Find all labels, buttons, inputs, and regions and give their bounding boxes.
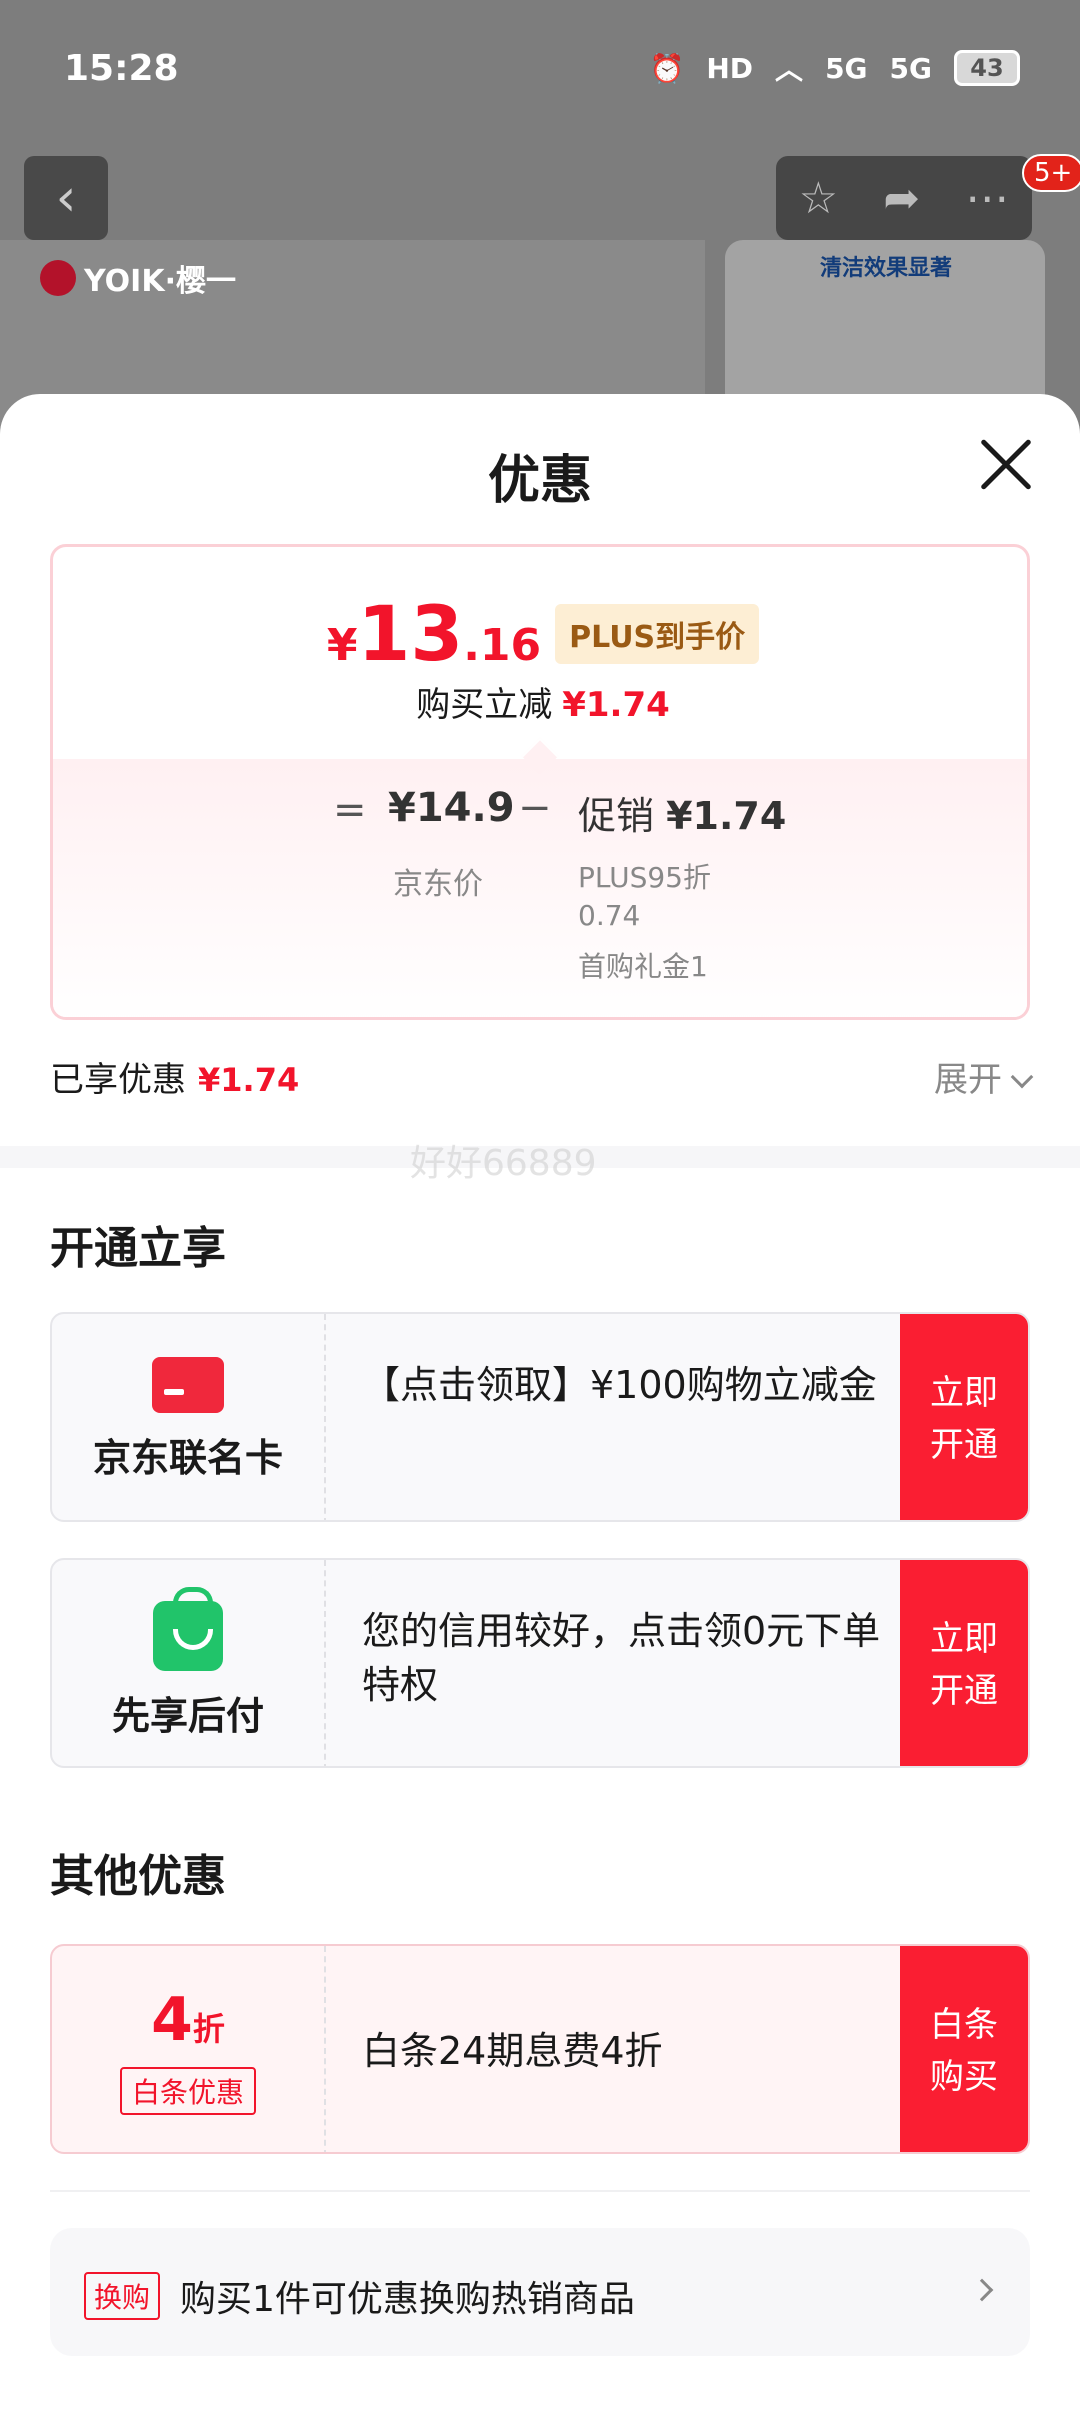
discount-rate: 4折 — [151, 1988, 225, 2061]
signal-icon: 5G — [825, 51, 868, 85]
battery-icon: 43 — [954, 50, 1020, 86]
brand-mark-icon — [40, 260, 76, 296]
offer-left: 先享后付 — [52, 1560, 326, 1766]
offer-pay-later[interactable]: 先享后付 您的信用较好，点击领0元下单特权 立即开通 — [50, 1558, 1030, 1768]
offer-description: 您的信用较好，点击领0元下单特权 — [362, 1609, 881, 1707]
price-decimal: .16 — [463, 620, 542, 671]
enjoyed-label: 已享优惠 — [50, 1060, 186, 1100]
promo-detail-plus: PLUS95折 0.74 — [578, 861, 711, 932]
status-time: 15:28 — [64, 48, 179, 89]
open-now-button[interactable]: 立即开通 — [900, 1560, 1028, 1766]
offer-baitiao[interactable]: 4折 白条优惠 白条24期息费4折 白条购买 — [50, 1944, 1030, 2154]
offer-jd-card[interactable]: 京东联名卡 【点击领取】¥100购物立减金 立即开通 — [50, 1312, 1030, 1522]
offer-name: 京东联名卡 — [92, 1435, 283, 1480]
offer-left: 4折 白条优惠 — [52, 1946, 326, 2152]
brand-name: YOIK·樱一 — [84, 264, 236, 299]
plus-price-tag: PLUS到手价 — [555, 603, 760, 664]
top-actions: ☆ ➦ ⋯ — [776, 156, 1032, 240]
hd-icon: HD — [706, 51, 754, 85]
baitiao-buy-button[interactable]: 白条购买 — [900, 1946, 1028, 2152]
price-card: ¥ 13 .16 PLUS到手价 购买立减 ¥1.74 = ¥14.9 京东价 −… — [50, 544, 1030, 1020]
promo-value: ¥1.74 — [666, 794, 787, 838]
enjoyed-value: ¥1.74 — [198, 1061, 300, 1099]
close-icon[interactable] — [976, 434, 1036, 494]
final-price: ¥ 13 .16 PLUS到手价 — [53, 589, 1027, 678]
thumbnail-caption: 清洁效果显著 — [820, 256, 953, 281]
promo-label: 促销 — [578, 794, 655, 838]
chevron-right-icon — [970, 2278, 994, 2302]
offer-left: 京东联名卡 — [52, 1314, 326, 1520]
exchange-tag: 换购 — [84, 2272, 161, 2320]
exchange-text: 购买1件可优惠换购热销商品 — [180, 2279, 635, 2320]
offer-description: 【点击领取】¥100购物立减金 — [362, 1363, 877, 1407]
signal-icon-2: 5G — [889, 51, 932, 85]
promo-amount: 促销 ¥1.74 — [578, 785, 786, 840]
discount-unit: 折 — [192, 2009, 225, 2048]
status-icons: ⏰ HD ︿ 5G 5G 43 — [649, 48, 1020, 88]
other-section-title: 其他优惠 — [50, 1851, 226, 1902]
baitiao-tag: 白条优惠 — [119, 2066, 256, 2115]
divider — [50, 2190, 1030, 2192]
expand-label: 展开 — [934, 1060, 1002, 1100]
minus-sign: − — [518, 785, 552, 831]
brand-logo: YOIK·樱一 — [40, 256, 236, 300]
status-bar: 15:28 ⏰ HD ︿ 5G 5G 43 — [0, 0, 1080, 140]
chevron-down-icon — [1010, 1065, 1034, 1089]
price-summary: ¥ 13 .16 PLUS到手价 购买立减 ¥1.74 — [53, 547, 1027, 757]
price-integer: 13 — [357, 589, 464, 678]
message-badge: 5+ — [1022, 154, 1080, 192]
reduction-label: 购买立减 — [416, 685, 553, 725]
shopping-bag-icon — [153, 1586, 223, 1671]
back-button[interactable]: ‹ — [24, 156, 108, 240]
open-now-button[interactable]: 立即开通 — [900, 1314, 1028, 1520]
open-section-title: 开通立享 — [50, 1223, 226, 1274]
chevron-left-icon: ‹ — [55, 168, 77, 228]
equals-sign: = — [333, 787, 367, 833]
jd-price: ¥14.9 — [388, 785, 515, 831]
enjoyed-discount: 已享优惠 ¥1.74 — [50, 1052, 299, 1101]
watermark: 好好66889 — [410, 1143, 597, 1184]
offer-description: 白条24期息费4折 — [362, 2029, 663, 2073]
reduction-value: ¥1.74 — [562, 685, 670, 725]
discount-number: 4 — [151, 1984, 193, 2055]
jd-price-label: 京东价 — [393, 867, 483, 902]
alarm-icon: ⏰ — [649, 51, 685, 85]
battery-level: 43 — [970, 54, 1004, 82]
credit-card-icon — [152, 1356, 224, 1413]
sheet-title: 优惠 — [487, 451, 592, 511]
wifi-icon: ︿ — [775, 53, 804, 86]
currency-symbol: ¥ — [326, 620, 358, 671]
promo-detail-first-buy: 首购礼金1 — [578, 950, 708, 983]
more-icon[interactable]: ⋯ — [965, 173, 1009, 224]
favorite-star-icon[interactable]: ☆ — [799, 173, 838, 224]
offer-name: 先享后付 — [111, 1693, 264, 1738]
exchange-offer[interactable]: 换购 购买1件可优惠换购热销商品 — [50, 2228, 1030, 2356]
price-breakdown: = ¥14.9 京东价 − 促销 ¥1.74 PLUS95折 0.74 首购礼金… — [53, 759, 1027, 1017]
instant-reduction: 购买立减 ¥1.74 — [53, 677, 1027, 726]
expand-button[interactable]: 展开 — [934, 1052, 1034, 1101]
share-icon[interactable]: ➦ — [883, 173, 920, 224]
discount-sheet: 优惠 ¥ 13 .16 PLUS到手价 购买立减 ¥1.74 = ¥14.9 京东… — [0, 394, 1080, 2412]
